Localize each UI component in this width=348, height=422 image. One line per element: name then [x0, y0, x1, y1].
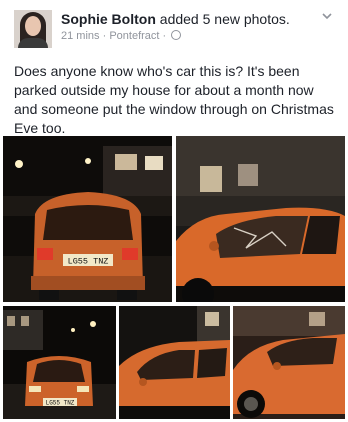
author-name[interactable]: Sophie Bolton	[61, 11, 156, 27]
post-title-line: Sophie Bolton added 5 new photos.	[61, 11, 290, 27]
photo-car-rear[interactable]: LG55 TNZ	[3, 136, 172, 302]
meta-separator: ·	[162, 30, 167, 42]
chevron-down-icon[interactable]	[320, 9, 334, 23]
post-header: Sophie Bolton added 5 new photos. 21 min…	[0, 0, 348, 56]
photo-broken-window[interactable]	[176, 136, 345, 302]
timestamp[interactable]: 21 mins	[61, 30, 100, 42]
post-text: Does anyone know who's car this is? It's…	[14, 63, 334, 136]
globe-icon	[171, 30, 182, 40]
meta-separator: ·	[102, 30, 107, 42]
post-action: added 5 new photos.	[159, 11, 290, 27]
photo-car-angle[interactable]	[233, 306, 345, 419]
avatar[interactable]	[14, 10, 52, 48]
license-plate-front: LG55 TNZ	[46, 400, 75, 407]
photo-car-front[interactable]: LG55 TNZ	[3, 306, 116, 419]
post-meta: 21 mins · Pontefract ·	[61, 30, 182, 42]
location[interactable]: Pontefract	[109, 30, 159, 42]
photo-car-side[interactable]	[119, 306, 230, 419]
license-plate-rear: LG55 TNZ	[68, 257, 109, 267]
